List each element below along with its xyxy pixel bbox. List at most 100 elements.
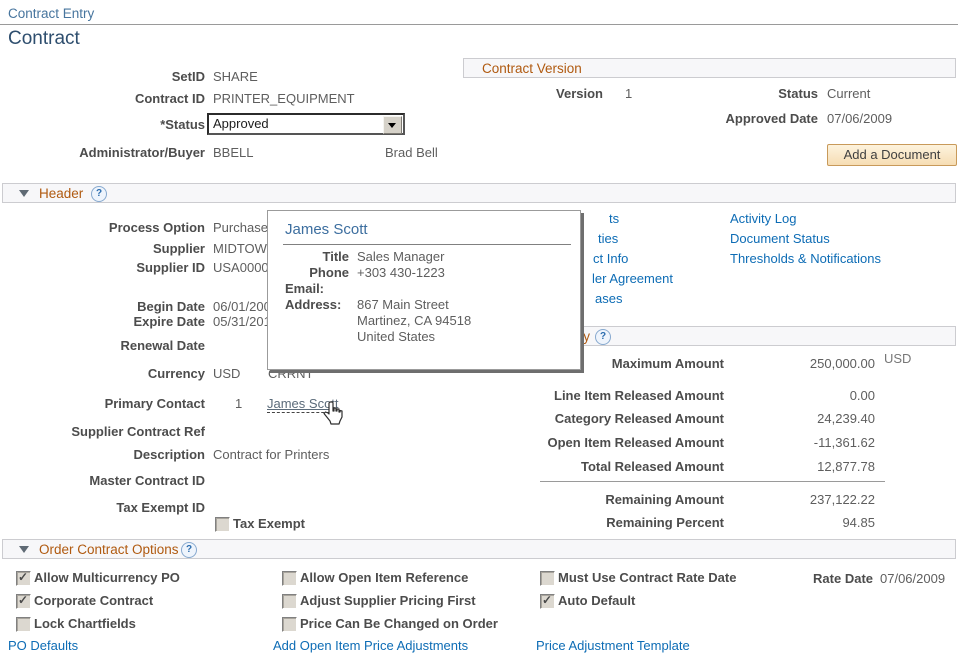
category-released-label: Category Released Amount (460, 411, 724, 426)
lock-chartfields-label: Lock Chartfields (34, 616, 136, 631)
breadcrumb[interactable]: Contract Entry (8, 6, 94, 21)
popup-address-line: 867 Main Street (357, 297, 449, 312)
tax-exempt-label: Tax Exempt (233, 516, 305, 531)
price-adjustment-template-link[interactable]: Price Adjustment Template (536, 638, 690, 653)
primary-contact-number: 1 (235, 396, 242, 411)
description-value: Contract for Printers (213, 447, 329, 462)
document-status-link[interactable]: Document Status (730, 231, 830, 246)
setid-label: SetID (0, 69, 205, 84)
popup-address-line: Martinez, CA 94518 (357, 313, 471, 328)
process-option-label: Process Option (0, 220, 205, 235)
master-contract-id-label: Master Contract ID (0, 473, 205, 488)
popup-address-label: Address: (285, 297, 341, 312)
supplier-id-value: USA0000 (213, 260, 269, 275)
status-dropdown[interactable]: Approved (207, 113, 405, 135)
header-section-title: Header (39, 186, 83, 201)
adjust-supplier-pricing-checkbox[interactable] (282, 594, 297, 609)
popup-title-label: Title (268, 249, 349, 264)
administrator-label: Administrator/Buyer (0, 145, 205, 160)
category-released-value: 24,239.40 (724, 411, 875, 426)
total-released-value: 12,877.78 (724, 459, 875, 474)
remaining-percent-label: Remaining Percent (460, 515, 724, 530)
begin-date-value: 06/01/200 (213, 299, 271, 314)
line-item-released-value: 0.00 (724, 388, 875, 403)
top-divider (0, 24, 958, 25)
add-open-item-price-adjustments-link[interactable]: Add Open Item Price Adjustments (273, 638, 468, 653)
price-can-be-changed-label: Price Can Be Changed on Order (300, 616, 498, 631)
version-status-label: Status (700, 86, 818, 101)
renewal-date-label: Renewal Date (0, 338, 205, 353)
allow-open-item-reference-label: Allow Open Item Reference (300, 570, 468, 585)
chevron-down-icon (388, 123, 396, 128)
corporate-contract-checkbox[interactable] (16, 594, 31, 609)
total-released-label: Total Released Amount (460, 459, 724, 474)
order-options-groupbox-bar: Order Contract Options ? (2, 539, 956, 559)
must-use-contract-rate-date-checkbox[interactable] (540, 571, 555, 586)
description-label: Description (0, 447, 205, 462)
status-label: *Status (0, 117, 205, 132)
line-item-released-label: Line Item Released Amount (460, 388, 724, 403)
hidden-link-fragment-2[interactable]: ties (598, 231, 618, 246)
help-icon[interactable]: ? (595, 329, 611, 345)
allow-multicurrency-po-checkbox[interactable] (16, 571, 31, 586)
administrator-id: BBELL (213, 145, 253, 160)
tax-exempt-id-label: Tax Exempt ID (0, 500, 205, 515)
price-can-be-changed-checkbox[interactable] (282, 617, 297, 632)
version-value: 1 (625, 86, 632, 101)
hidden-link-fragment-4[interactable]: ler Agreement (592, 271, 673, 286)
hidden-link-fragment-5[interactable]: ases (595, 291, 622, 306)
begin-date-label: Begin Date (0, 299, 205, 314)
rate-date-label: Rate Date (753, 571, 873, 586)
activity-log-link[interactable]: Activity Log (730, 211, 796, 226)
auto-default-checkbox[interactable] (540, 594, 555, 609)
popup-title-value: Sales Manager (357, 249, 444, 264)
version-status-value: Current (827, 86, 870, 101)
adjust-supplier-pricing-label: Adjust Supplier Pricing First (300, 593, 476, 608)
currency-value: USD (213, 366, 240, 381)
approved-date-value: 07/06/2009 (827, 111, 892, 126)
dropdown-arrow-button[interactable] (383, 116, 402, 134)
rate-date-value: 07/06/2009 (880, 571, 945, 586)
header-groupbox-bar: Header ? (2, 183, 956, 203)
maximum-amount-value: 250,000.00 (724, 356, 875, 371)
popup-divider (283, 244, 571, 245)
contract-version-title: Contract Version (482, 61, 582, 76)
hidden-link-fragment-3[interactable]: ct Info (593, 251, 628, 266)
thresholds-notifications-link[interactable]: Thresholds & Notifications (730, 251, 881, 266)
hidden-link-fragment-1[interactable]: ts (609, 211, 619, 226)
collapse-triangle-icon[interactable] (19, 546, 29, 553)
currency-suffix: USD (884, 351, 911, 366)
page-title: Contract (8, 28, 80, 50)
supplier-contract-ref-label: Supplier Contract Ref (0, 424, 205, 439)
remaining-amount-value: 237,122.22 (724, 492, 875, 507)
tax-exempt-checkbox[interactable] (215, 517, 230, 532)
po-defaults-link[interactable]: PO Defaults (8, 638, 78, 653)
lock-chartfields-checkbox[interactable] (16, 617, 31, 632)
version-label: Version (483, 86, 603, 101)
popup-phone-label: Phone (268, 265, 349, 280)
help-icon[interactable]: ? (181, 542, 197, 558)
allow-open-item-reference-checkbox[interactable] (282, 571, 297, 586)
contract-id-value: PRINTER_EQUIPMENT (213, 91, 355, 106)
popup-address-line: United States (357, 329, 435, 344)
contract-version-groupbox-bar: Contract Version (463, 58, 956, 78)
currency-label: Currency (0, 366, 205, 381)
add-document-button[interactable]: Add a Document (827, 144, 957, 166)
primary-contact-label: Primary Contact (0, 396, 205, 411)
administrator-name: Brad Bell (385, 145, 438, 160)
setid-value: SHARE (213, 69, 258, 84)
help-icon[interactable]: ? (91, 186, 107, 202)
expire-date-value: 05/31/201 (213, 314, 271, 329)
contract-id-label: Contract ID (0, 91, 205, 106)
supplier-id-label: Supplier ID (0, 260, 205, 275)
expire-date-label: Expire Date (0, 314, 205, 329)
contract-entry-page: Contract Entry Contract SetID SHARE Cont… (0, 0, 958, 660)
remaining-percent-value: 94.85 (724, 515, 875, 530)
supplier-label: Supplier (0, 241, 205, 256)
must-use-contract-rate-date-label: Must Use Contract Rate Date (558, 570, 736, 585)
open-item-released-label: Open Item Released Amount (460, 435, 724, 450)
order-options-title: Order Contract Options (39, 542, 179, 557)
popup-contact-name: James Scott (285, 221, 368, 238)
collapse-triangle-icon[interactable] (19, 190, 29, 197)
corporate-contract-label: Corporate Contract (34, 593, 153, 608)
